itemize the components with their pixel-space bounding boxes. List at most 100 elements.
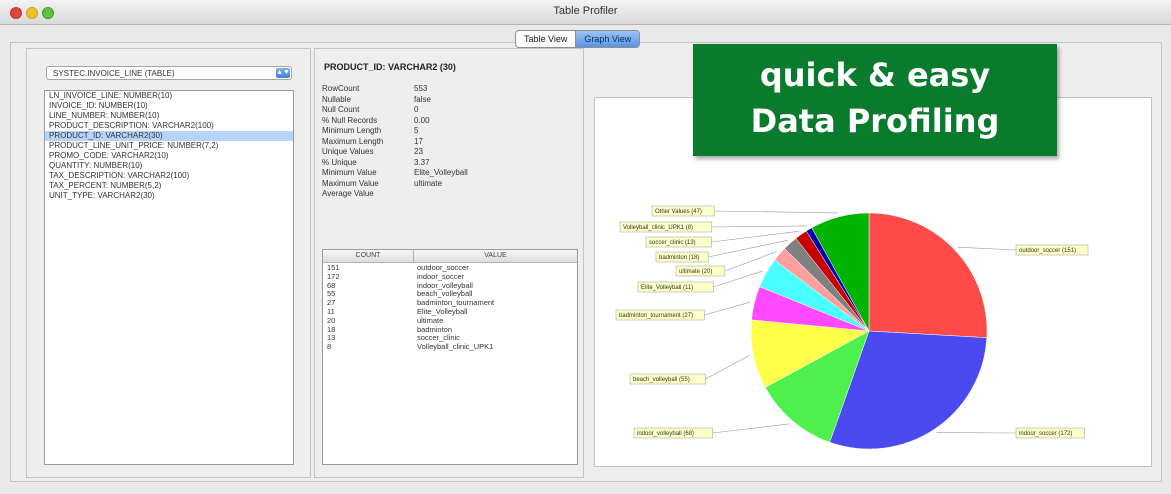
table-select-value: SYSTEC.INVOICE_LINE (TABLE): [53, 69, 175, 78]
stat-row: Maximum Length 17: [322, 137, 468, 148]
pie-leader-line: [957, 246, 1017, 251]
stat-row: Minimum Length 5: [322, 126, 468, 137]
table-row[interactable]: 68 indoor_volleyball: [323, 281, 577, 290]
value-cell: indoor_volleyball: [417, 280, 473, 290]
count-cell: 68: [327, 280, 336, 290]
stat-label: Nullable: [322, 94, 351, 104]
stat-row: % Unique 3.37: [322, 158, 468, 169]
stat-label: Maximum Length: [322, 136, 384, 146]
pie-slice: [868, 212, 988, 338]
stat-value: 5: [414, 126, 419, 135]
count-cell: 13: [327, 333, 336, 343]
view-toggle: Table View Graph View: [515, 30, 641, 48]
pie-slice-label: soccer_clinic (13): [649, 240, 696, 246]
column-list-item[interactable]: PRODUCT_LINE_UNIT_PRICE: NUMBER(7,2): [45, 141, 293, 151]
columns-list: LN_INVOICE_LINE: NUMBER(10) INVOICE_ID: N…: [44, 90, 294, 465]
table-row[interactable]: 27 badminton_tournament: [323, 298, 577, 307]
promo-line-2: Data Profiling: [750, 102, 1000, 140]
stat-label: Average Value: [322, 189, 374, 198]
column-list-item[interactable]: PRODUCT_ID: VARCHAR2(30): [45, 131, 293, 141]
pie-leader-line: [714, 210, 839, 214]
pie-slice-label: badminton (18): [659, 255, 699, 261]
table-select[interactable]: SYSTEC.INVOICE_LINE (TABLE) ▲▼: [46, 66, 292, 80]
table-row[interactable]: 151 outdoor_soccer: [323, 263, 577, 272]
table-row[interactable]: 18 badminton: [323, 325, 577, 334]
stat-value: ultimate: [414, 178, 443, 188]
stat-label: Unique Values: [322, 147, 374, 156]
pie-slice-label: beach_volleyball (55): [633, 377, 690, 383]
values-table-body: 151 outdoor_soccer 172 indoor_soccer 68 indoo…: [323, 263, 577, 351]
stat-value: 17: [414, 136, 423, 146]
table-row[interactable]: 8 Volleyball_clinic_UPK1: [323, 342, 577, 351]
column-list-item[interactable]: PRODUCT_DESCRIPTION: VARCHAR2(100): [45, 121, 293, 131]
values-table-header: COUNT VALUE: [323, 250, 577, 263]
value-cell: Elite_Volleyball: [417, 306, 468, 316]
stat-label: % Null Records: [322, 115, 378, 125]
stat-value: Elite_Volleyball: [414, 168, 468, 177]
stat-row: Maximum Value ultimate: [322, 179, 468, 190]
promo-banner: quick & easy Data Profiling: [693, 44, 1057, 156]
count-cell: 11: [327, 306, 335, 316]
value-cell: badminton: [417, 324, 453, 334]
table-row[interactable]: 20 ultimate: [323, 316, 577, 325]
pie-leader-line: [724, 251, 777, 272]
stat-value: false: [414, 94, 431, 104]
stat-row: Minimum Value Elite_Volleyball: [322, 168, 468, 179]
table-row[interactable]: 55 beach_volleyball: [323, 289, 577, 298]
stats-table: RowCount 553 Nullable false Null Count 0 % Nul…: [322, 84, 468, 200]
promo-line-1: quick & easy: [759, 56, 991, 94]
column-list-item[interactable]: LINE_NUMBER: NUMBER(10): [45, 111, 293, 121]
pie-slice-label: outdoor_soccer (151): [1019, 248, 1076, 254]
count-column-header[interactable]: COUNT: [323, 250, 414, 262]
pie-slice-label: Elite_Volleyball (11): [641, 285, 693, 291]
count-cell: 55: [327, 289, 336, 299]
pie-leader-line: [704, 301, 751, 316]
column-list-item[interactable]: TAX_DESCRIPTION: VARCHAR2(100): [45, 171, 293, 181]
count-cell: 172: [327, 271, 340, 281]
count-cell: 8: [327, 342, 332, 352]
graph-view-button[interactable]: Graph View: [575, 31, 640, 47]
value-cell: badminton_tournament: [417, 298, 495, 308]
column-list-item[interactable]: INVOICE_ID: NUMBER(10): [45, 101, 293, 111]
pie-slice-label: indoor_volleyball (68): [637, 431, 694, 437]
pie-slice-label: badminton_tournament (27): [619, 313, 693, 319]
stat-row: Nullable false: [322, 95, 468, 106]
stat-label: Minimum Value: [322, 168, 377, 177]
stat-value: 3.37: [414, 157, 430, 167]
select-arrows-icon: ▲▼: [276, 68, 290, 78]
pie-slice-label: Volleyball_clinic_UPK1 (8): [623, 225, 693, 231]
values-table: COUNT VALUE 151 outdoor_soccer 172 indoor_s…: [322, 249, 578, 465]
table-view-button[interactable]: Table View: [516, 31, 575, 47]
pie-leader-line: [708, 240, 788, 258]
column-list-item[interactable]: UNIT_TYPE: VARCHAR2(30): [45, 191, 293, 201]
column-list-item[interactable]: PROMO_CODE: VARCHAR2(10): [45, 151, 293, 161]
stat-value: 0.00: [414, 115, 430, 125]
value-column-header[interactable]: VALUE: [414, 250, 577, 262]
pie-leader-line: [712, 423, 790, 434]
value-cell: beach_volleyball: [417, 289, 473, 299]
column-list-item[interactable]: LN_INVOICE_LINE: NUMBER(10): [45, 91, 293, 101]
stat-row: Unique Values 23: [322, 147, 468, 158]
stat-label: RowCount: [322, 84, 360, 93]
count-cell: 151: [327, 263, 340, 272]
column-list-item[interactable]: QUANTITY: NUMBER(10): [45, 161, 293, 171]
stat-value: 23: [414, 147, 423, 156]
stat-label: Maximum Value: [322, 178, 379, 188]
column-list-item[interactable]: TAX_PERCENT: NUMBER(5,2): [45, 181, 293, 191]
pie-leader-line: [711, 225, 807, 228]
window-title: Table Profiler: [553, 5, 618, 17]
value-cell: indoor_soccer: [417, 271, 465, 281]
count-cell: 18: [327, 324, 336, 334]
profile-header: PRODUCT_ID: VARCHAR2 (30): [324, 62, 456, 72]
table-row[interactable]: 11 Elite_Volleyball: [323, 307, 577, 316]
stat-label: Null Count: [322, 105, 360, 114]
table-row[interactable]: 13 soccer_clinic: [323, 333, 577, 342]
pie-slice-label: Other Values (47): [655, 209, 702, 215]
stat-value: 0: [414, 105, 419, 114]
count-cell: 20: [327, 315, 336, 325]
pie-leader-line: [705, 355, 750, 380]
table-row[interactable]: 172 indoor_soccer: [323, 272, 577, 281]
stat-row: % Null Records 0.00: [322, 116, 468, 127]
value-cell: outdoor_soccer: [417, 263, 469, 272]
value-cell: Volleyball_clinic_UPK1: [417, 342, 494, 352]
